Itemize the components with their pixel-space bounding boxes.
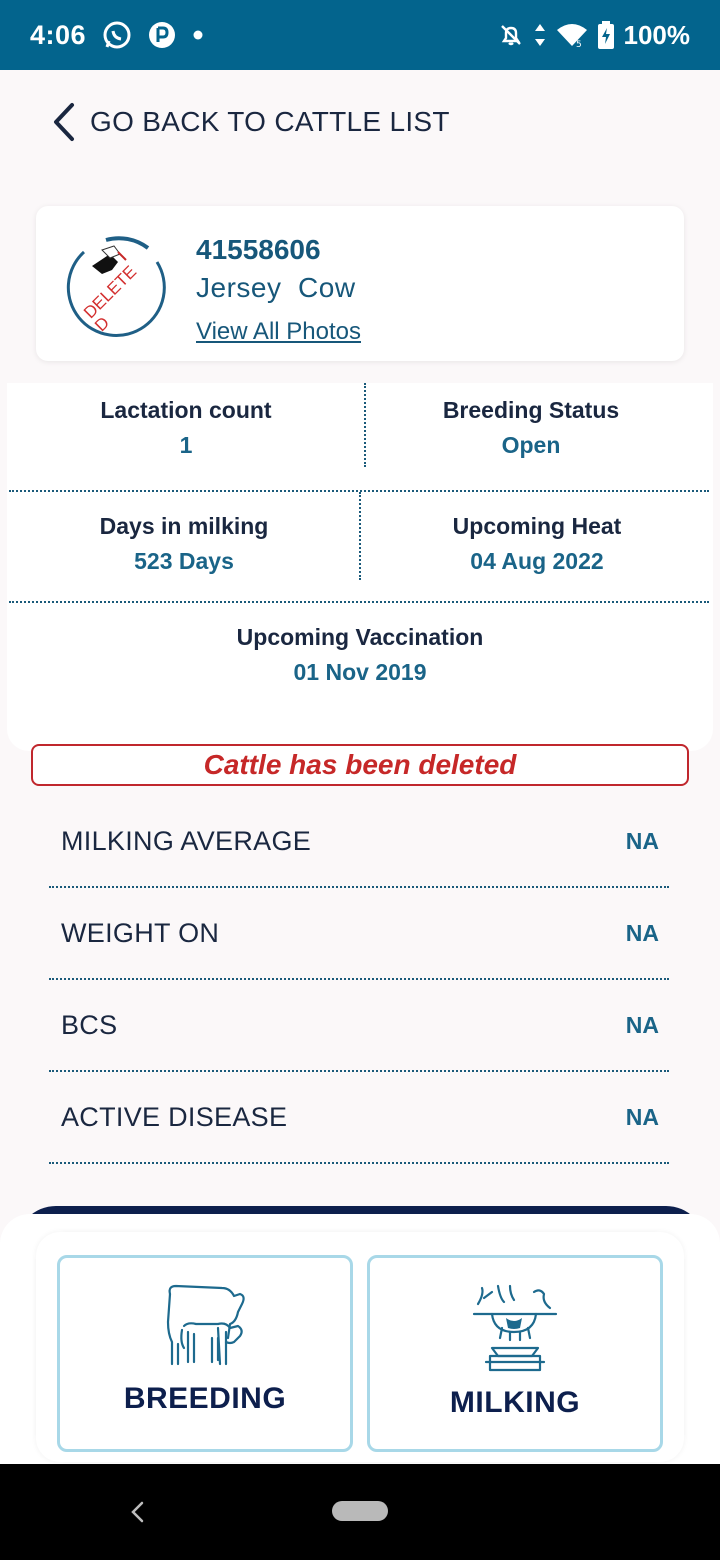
metric-value: NA [625, 827, 659, 854]
milking-label: MILKING [449, 1386, 581, 1419]
data-arrows-icon [534, 23, 546, 47]
metric-label: WEIGHT ON [61, 917, 220, 948]
nav-back-icon[interactable] [128, 1500, 148, 1529]
svg-text:DELETE: DELETE [80, 262, 140, 322]
view-all-photos-link[interactable]: View All Photos [196, 318, 361, 346]
status-time: 4:06 [30, 19, 87, 50]
cattle-deleted-banner: Cattle has been deleted [31, 744, 689, 786]
upcoming-vaccination-stat: Upcoming Vaccination 01 Nov 2019 [7, 624, 713, 686]
breeding-button[interactable]: BREEDING [57, 1255, 353, 1452]
nav-home-pill[interactable] [332, 1501, 388, 1521]
battery-charging-icon [597, 21, 614, 49]
cattle-profile-card: DELETE D 41558606 Jersey Cow View All Ph… [36, 206, 684, 361]
breeding-status-label: Breeding Status [442, 397, 620, 423]
breeding-status-stat: Breeding Status Open [365, 397, 697, 459]
cattle-avatar[interactable]: DELETE D [62, 232, 172, 342]
back-to-cattle-list-link[interactable]: GO BACK TO CATTLE LIST [50, 98, 450, 146]
metric-value: NA [625, 1011, 659, 1038]
lactation-count-label: Lactation count [100, 397, 272, 423]
lactation-count-stat: Lactation count 1 [7, 397, 365, 459]
days-in-milking-label: Days in milking [99, 513, 269, 539]
metric-row-milking-average: MILKING AVERAGE NA [49, 796, 669, 888]
metric-value: NA [625, 1103, 659, 1130]
cattle-id: 41558606 [196, 234, 321, 265]
upcoming-vaccination-value: 01 Nov 2019 [293, 659, 427, 685]
metric-row-bcs: BCS NA [49, 980, 669, 1072]
dot-icon [192, 29, 204, 41]
upcoming-heat-stat: Upcoming Heat 04 Aug 2022 [361, 513, 713, 575]
svg-text:5: 5 [576, 40, 582, 48]
divider [9, 601, 709, 603]
cattle-stats-panel: Lactation count 1 Breeding Status Open D… [7, 383, 713, 751]
milking-udder-icon [470, 1284, 560, 1385]
metric-label: BCS [61, 1009, 118, 1040]
back-label: GO BACK TO CATTLE LIST [90, 106, 450, 137]
status-bar: 4:06 5 100% [0, 0, 720, 70]
app-p-icon [148, 21, 176, 49]
days-in-milking-value: 523 Days [134, 548, 234, 574]
metric-value: NA [625, 919, 659, 946]
metric-label: MILKING AVERAGE [61, 825, 312, 856]
metric-label: ACTIVE DISEASE [61, 1101, 288, 1132]
upcoming-heat-label: Upcoming Heat [452, 513, 622, 539]
battery-percent: 100% [623, 19, 691, 50]
wifi-icon: 5 [556, 22, 588, 48]
metric-row-active-disease: ACTIVE DISEASE NA [49, 1072, 669, 1164]
lactation-count-value: 1 [179, 432, 193, 458]
cow-calf-icon [160, 1282, 250, 1377]
breeding-status-value: Open [501, 432, 561, 458]
upcoming-vaccination-label: Upcoming Vaccination [236, 624, 484, 650]
chevron-left-icon [50, 102, 76, 142]
milking-button[interactable]: MILKING [367, 1255, 663, 1452]
days-in-milking-stat: Days in milking 523 Days [7, 513, 361, 575]
cattle-breed: Jersey Cow [196, 272, 356, 303]
whatsapp-icon [102, 20, 132, 50]
breeding-label: BREEDING [123, 1382, 287, 1415]
upcoming-heat-value: 04 Aug 2022 [470, 548, 604, 574]
metric-row-weight-on: WEIGHT ON NA [49, 888, 669, 980]
bell-off-icon [498, 22, 524, 48]
